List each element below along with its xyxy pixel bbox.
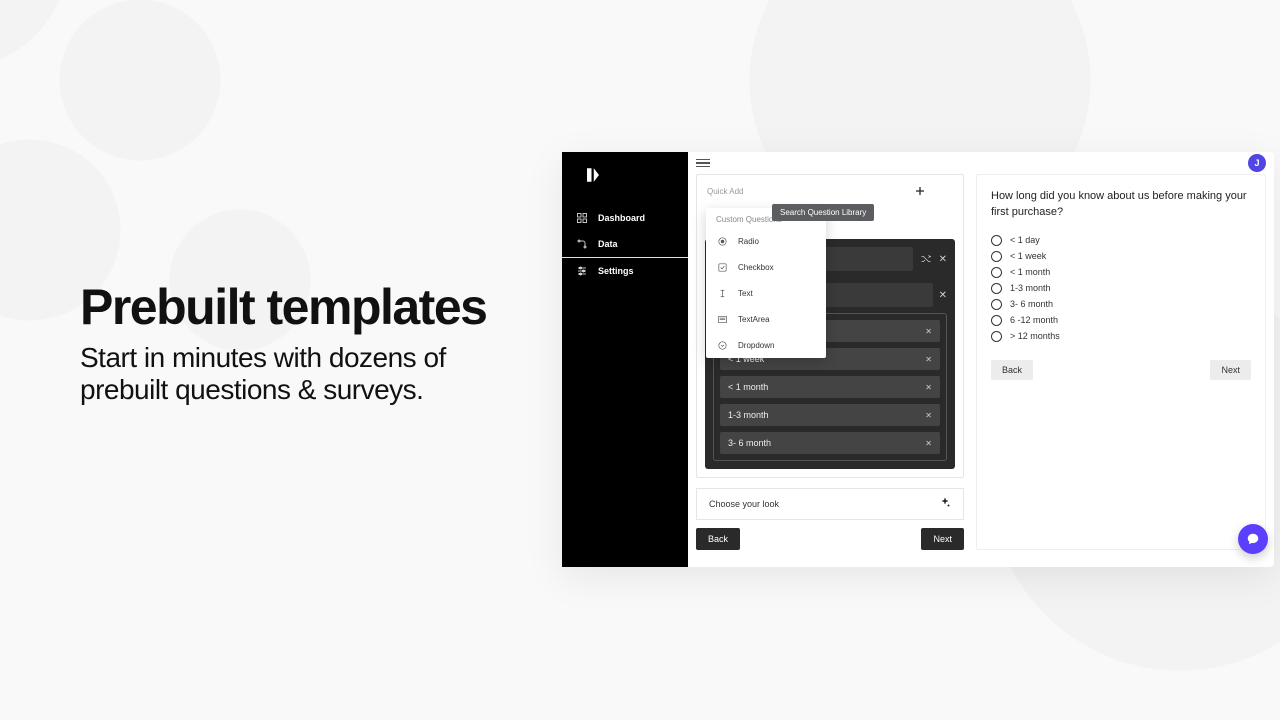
type-label: Text <box>738 289 753 298</box>
quick-add-label: Quick Add <box>707 187 743 196</box>
hamburger-icon[interactable] <box>696 159 710 168</box>
radio-label: 3- 6 month <box>1010 299 1053 309</box>
remove-option-button[interactable]: ✕ <box>925 383 932 392</box>
type-label: TextArea <box>738 315 770 324</box>
builder-column: Quick Add Search Question Library Custom… <box>696 174 964 550</box>
preview-radio-option[interactable]: < 1 week <box>991 251 1251 262</box>
remove-question-button[interactable]: ✕ <box>939 254 947 265</box>
radio-label: < 1 week <box>1010 251 1046 261</box>
radio-label: 6 -12 month <box>1010 315 1058 325</box>
choose-look-card[interactable]: Choose your look <box>696 488 964 520</box>
dashboard-icon <box>576 212 588 224</box>
radio-label: 1-3 month <box>1010 283 1051 293</box>
preview-question: How long did you know about us before ma… <box>991 189 1251 221</box>
checkbox-icon <box>716 261 728 273</box>
shuffle-icon[interactable] <box>919 252 933 266</box>
option-label: 3- 6 month <box>728 438 925 448</box>
remove-option-button[interactable]: ✕ <box>925 439 932 448</box>
remove-question-button[interactable]: ✕ <box>939 290 947 301</box>
main-area: J Quick Add Search Question Library <box>688 152 1274 567</box>
radio-icon <box>991 283 1002 294</box>
type-label: Dropdown <box>738 341 774 350</box>
type-option-text[interactable]: Text <box>706 280 826 306</box>
option-label: < 1 month <box>728 382 925 392</box>
radio-icon <box>991 331 1002 342</box>
radio-icon <box>716 235 728 247</box>
type-option-checkbox[interactable]: Checkbox <box>706 254 826 280</box>
radio-icon <box>991 315 1002 326</box>
add-question-button[interactable] <box>907 181 933 201</box>
logo <box>562 166 688 189</box>
marketing-subtitle: Start in minutes with dozens of prebuilt… <box>80 342 540 406</box>
radio-icon <box>991 267 1002 278</box>
type-label: Radio <box>738 237 759 246</box>
sidebar-item-data[interactable]: Data <box>562 231 688 258</box>
option-label: 1-3 month <box>728 410 925 420</box>
type-option-dropdown[interactable]: Dropdown <box>706 332 826 358</box>
sidebar-item-label: Dashboard <box>598 213 645 223</box>
radio-label: < 1 day <box>1010 235 1040 245</box>
builder-nav: Back Next <box>696 528 964 550</box>
option-row[interactable]: 3- 6 month ✕ <box>720 432 940 454</box>
topbar: J <box>688 152 1274 174</box>
text-icon <box>716 287 728 299</box>
choose-look-label: Choose your look <box>709 499 779 509</box>
radio-icon <box>991 235 1002 246</box>
marketing-title: Prebuilt templates <box>80 278 540 336</box>
marketing-copy: Prebuilt templates Start in minutes with… <box>80 278 540 406</box>
app-frame: Dashboard Data Settings J <box>562 152 1274 567</box>
question-type-dropdown: Custom Questions Radio Checkbox Text <box>706 208 826 358</box>
radio-icon <box>991 299 1002 310</box>
preview-radio-option[interactable]: < 1 month <box>991 267 1251 278</box>
radio-label: > 12 months <box>1010 331 1060 341</box>
remove-option-button[interactable]: ✕ <box>925 327 932 336</box>
type-option-textarea[interactable]: TextArea <box>706 306 826 332</box>
quick-add-card: Quick Add Search Question Library Custom… <box>696 174 964 478</box>
preview-radio-option[interactable]: < 1 day <box>991 235 1251 246</box>
preview-radio-option[interactable]: 6 -12 month <box>991 315 1251 326</box>
textarea-icon <box>716 313 728 325</box>
option-row[interactable]: < 1 month ✕ <box>720 376 940 398</box>
type-option-radio[interactable]: Radio <box>706 228 826 254</box>
remove-option-button[interactable]: ✕ <box>925 355 932 364</box>
settings-icon <box>576 265 588 277</box>
sidebar-item-label: Data <box>598 239 618 249</box>
avatar[interactable]: J <box>1248 154 1266 172</box>
chat-widget[interactable] <box>1238 524 1268 554</box>
back-button[interactable]: Back <box>696 528 740 550</box>
sparkle-icon <box>939 497 951 511</box>
next-button[interactable]: Next <box>921 528 964 550</box>
sidebar-item-label: Settings <box>598 266 634 276</box>
sidebar-item-settings[interactable]: Settings <box>562 258 688 284</box>
search-library-tooltip: Search Question Library <box>772 204 874 221</box>
data-icon <box>576 238 588 250</box>
preview-radio-option[interactable]: > 12 months <box>991 331 1251 342</box>
survey-preview: How long did you know about us before ma… <box>976 174 1266 550</box>
preview-back-button[interactable]: Back <box>991 360 1033 380</box>
radio-icon <box>991 251 1002 262</box>
preview-next-button[interactable]: Next <box>1210 360 1251 380</box>
radio-label: < 1 month <box>1010 267 1050 277</box>
dropdown-icon <box>716 339 728 351</box>
preview-radio-option[interactable]: 3- 6 month <box>991 299 1251 310</box>
option-row[interactable]: 1-3 month ✕ <box>720 404 940 426</box>
type-label: Checkbox <box>738 263 774 272</box>
remove-option-button[interactable]: ✕ <box>925 411 932 420</box>
sidebar-item-dashboard[interactable]: Dashboard <box>562 205 688 231</box>
sidebar: Dashboard Data Settings <box>562 152 688 567</box>
preview-radio-option[interactable]: 1-3 month <box>991 283 1251 294</box>
